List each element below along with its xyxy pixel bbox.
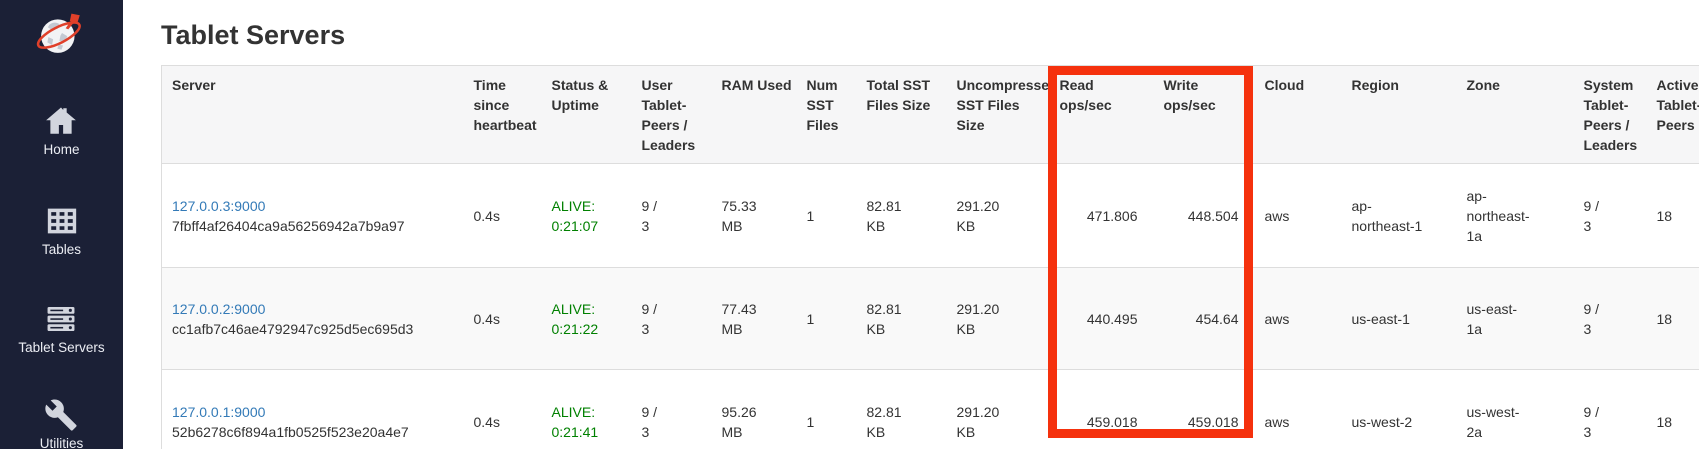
cell-system-peers: 9 / 3 — [1574, 370, 1647, 449]
cell-num-sst: 1 — [797, 164, 857, 268]
cell-user-peers: 9 / 3 — [632, 164, 712, 268]
cell-user-peers: 9 / 3 — [632, 268, 712, 370]
cell-ram: 77.43 MB — [712, 268, 797, 370]
cell-heartbeat: 0.4s — [464, 268, 542, 370]
col-header-status: Status & Uptime — [542, 66, 632, 164]
cell-num-sst: 1 — [797, 268, 857, 370]
cell-ram: 95.26 MB — [712, 370, 797, 449]
col-header-ram: RAM Used — [712, 66, 797, 164]
cell-server: 127.0.0.3:9000 7fbff4af26404ca9a56256942… — [162, 164, 464, 268]
cell-active-peers: 18 — [1647, 164, 1699, 268]
uptime-value: 0:21:07 — [552, 216, 624, 236]
sidebar-item-label: Tablet Servers — [18, 340, 104, 356]
cell-active-peers: 18 — [1647, 268, 1699, 370]
cell-system-peers: 9 / 3 — [1574, 164, 1647, 268]
status-badge: ALIVE: — [552, 299, 624, 319]
server-uuid: 7fbff4af26404ca9a56256942a7b9a97 — [172, 216, 456, 236]
sidebar-item-label: Home — [43, 142, 79, 158]
cell-zone: us-east-1a — [1457, 268, 1574, 370]
cell-ram: 75.33 MB — [712, 164, 797, 268]
cell-zone: ap-northeast-1a — [1457, 164, 1574, 268]
cell-status: ALIVE: 0:21:07 — [542, 164, 632, 268]
uptime-value: 0:21:41 — [552, 422, 624, 442]
cell-read-ops: 459.018 — [1050, 370, 1154, 449]
page-title: Tablet Servers — [161, 20, 1699, 51]
server-uuid: cc1afb7c46ae4792947c925d5ec695d3 — [172, 319, 456, 339]
globe-rocket-logo-icon — [35, 10, 89, 56]
cell-uncompressed-sst: 291.20 KB — [947, 370, 1050, 449]
cell-uncompressed-sst: 291.20 KB — [947, 164, 1050, 268]
cell-region: us-east-1 — [1342, 268, 1457, 370]
server-uuid: 52b6278c6f894a1fb0525f523e20a4e7 — [172, 422, 456, 442]
cell-uncompressed-sst: 291.20 KB — [947, 268, 1050, 370]
home-icon — [44, 104, 78, 138]
cell-region: us-west-2 — [1342, 370, 1457, 449]
cell-server: 127.0.0.1:9000 52b6278c6f894a1fb0525f523… — [162, 370, 464, 449]
tables-icon — [45, 204, 79, 238]
cell-region: ap-northeast-1 — [1342, 164, 1457, 268]
col-header-uncompressed-sst: Uncompressed SST Files Size — [947, 66, 1050, 164]
sidebar-item-tablet-servers[interactable]: Tablet Servers — [18, 302, 104, 356]
cell-heartbeat: 0.4s — [464, 164, 542, 268]
col-header-read-ops: Read ops/sec — [1050, 66, 1154, 164]
server-link[interactable]: 127.0.0.2:9000 — [172, 301, 265, 317]
cell-cloud: aws — [1255, 370, 1342, 449]
col-header-user-peers: User Tablet-Peers / Leaders — [632, 66, 712, 164]
server-link[interactable]: 127.0.0.1:9000 — [172, 404, 265, 420]
col-header-write-ops: Write ops/sec — [1154, 66, 1255, 164]
sidebar-item-tables[interactable]: Tables — [42, 204, 81, 258]
status-badge: ALIVE: — [552, 402, 624, 422]
cell-total-sst: 82.81 KB — [857, 164, 947, 268]
col-header-system-peers: System Tablet-Peers / Leaders — [1574, 66, 1647, 164]
cell-read-ops: 471.806 — [1050, 164, 1154, 268]
utilities-icon — [44, 398, 78, 432]
sidebar-item-label: Utilities — [40, 436, 84, 449]
cell-cloud: aws — [1255, 268, 1342, 370]
status-badge: ALIVE: — [552, 196, 624, 216]
cell-zone: us-west-2a — [1457, 370, 1574, 449]
cell-server: 127.0.0.2:9000 cc1afb7c46ae4792947c925d5… — [162, 268, 464, 370]
cell-write-ops: 448.504 — [1154, 164, 1255, 268]
cell-heartbeat: 0.4s — [464, 370, 542, 449]
cell-num-sst: 1 — [797, 370, 857, 449]
cell-active-peers: 18 — [1647, 370, 1699, 449]
table-header-row: Server Time since heartbeat Status & Upt… — [162, 66, 1699, 164]
cell-write-ops: 454.64 — [1154, 268, 1255, 370]
cell-total-sst: 82.81 KB — [857, 370, 947, 449]
cell-write-ops: 459.018 — [1154, 370, 1255, 449]
col-header-num-sst: Num SST Files — [797, 66, 857, 164]
col-header-cloud: Cloud — [1255, 66, 1342, 164]
uptime-value: 0:21:22 — [552, 319, 624, 339]
col-header-total-sst: Total SST Files Size — [857, 66, 947, 164]
tablet-servers-icon — [44, 302, 78, 336]
col-header-server: Server — [162, 66, 464, 164]
table-row: 127.0.0.2:9000 cc1afb7c46ae4792947c925d5… — [162, 268, 1699, 370]
sidebar: Home Tables Tablet Servers — [0, 0, 123, 449]
cell-system-peers: 9 / 3 — [1574, 268, 1647, 370]
sidebar-item-home[interactable]: Home — [43, 104, 79, 158]
yugabyte-logo[interactable] — [35, 10, 89, 56]
cell-cloud: aws — [1255, 164, 1342, 268]
sidebar-item-utilities[interactable]: Utilities — [40, 398, 84, 449]
col-header-region: Region — [1342, 66, 1457, 164]
sidebar-item-label: Tables — [42, 242, 81, 258]
cell-user-peers: 9 / 3 — [632, 370, 712, 449]
cell-status: ALIVE: 0:21:22 — [542, 268, 632, 370]
col-header-zone: Zone — [1457, 66, 1574, 164]
cell-status: ALIVE: 0:21:41 — [542, 370, 632, 449]
tablet-servers-table: Server Time since heartbeat Status & Upt… — [161, 65, 1699, 449]
cell-total-sst: 82.81 KB — [857, 268, 947, 370]
server-link[interactable]: 127.0.0.3:9000 — [172, 198, 265, 214]
table-row: 127.0.0.3:9000 7fbff4af26404ca9a56256942… — [162, 164, 1699, 268]
col-header-heartbeat: Time since heartbeat — [464, 66, 542, 164]
table-row: 127.0.0.1:9000 52b6278c6f894a1fb0525f523… — [162, 370, 1699, 449]
cell-read-ops: 440.495 — [1050, 268, 1154, 370]
col-header-active-peers: Active Tablet-Peers — [1647, 66, 1699, 164]
main-content: Tablet Servers Server Time since heartbe… — [123, 0, 1699, 449]
